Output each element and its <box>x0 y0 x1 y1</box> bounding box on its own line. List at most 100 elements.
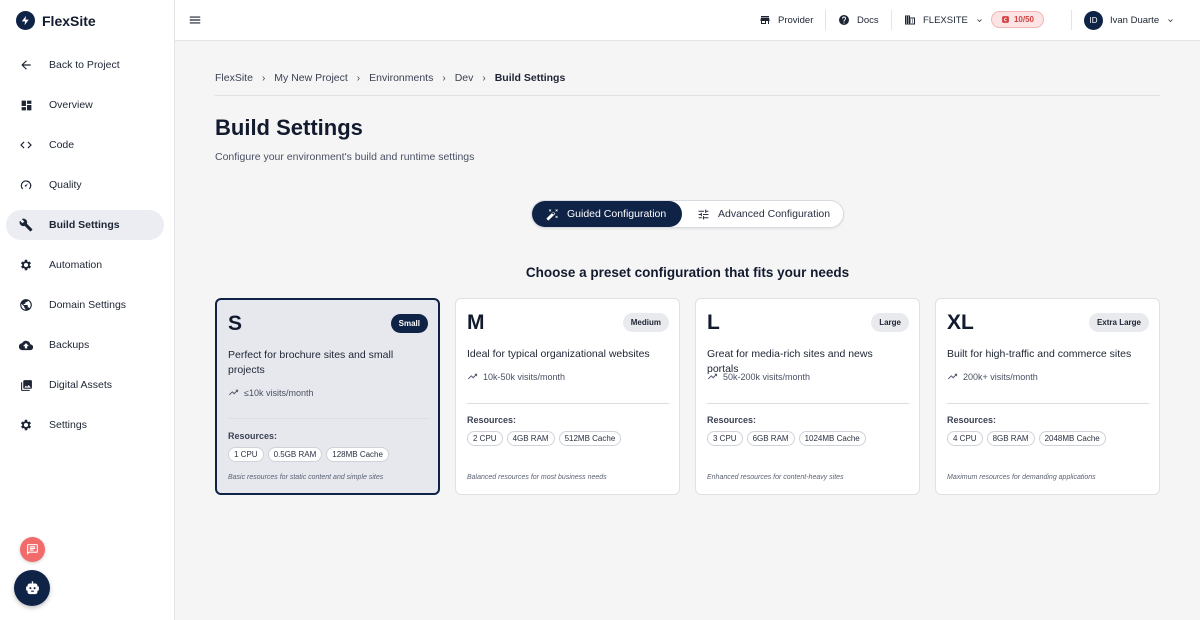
chevron-down-icon <box>977 18 982 22</box>
resource-chip: 3 CPU <box>707 431 743 446</box>
sidebar-item-label: Quality <box>49 179 82 191</box>
sidebar-item-settings[interactable]: Settings <box>6 410 164 440</box>
preset-cards: S Small Perfect for brochure sites and s… <box>215 298 1160 495</box>
sidebar-item-overview[interactable]: Overview <box>6 90 164 120</box>
sliders-icon <box>698 209 709 219</box>
preset-size-letter: L <box>707 311 720 334</box>
sidebar-item-domain-settings[interactable]: Domain Settings <box>6 290 164 320</box>
preset-note: Enhanced resources for content-heavy sit… <box>707 474 844 481</box>
resources-label: Resources: <box>467 415 517 425</box>
breadcrumb-item[interactable]: Dev <box>455 72 474 84</box>
preset-size-badge: Large <box>871 313 909 332</box>
hamburger-menu-button[interactable] <box>188 13 202 27</box>
resource-chip: 6GB RAM <box>746 431 795 446</box>
breadcrumb-item[interactable]: Environments <box>369 72 433 84</box>
menu-icon <box>189 16 201 24</box>
sidebar-item-backups[interactable]: Backups <box>6 330 164 360</box>
trending-up-icon <box>707 373 718 380</box>
preset-card-large[interactable]: L Large Great for media-rich sites and n… <box>695 298 920 495</box>
sidebar-item-label: Back to Project <box>49 59 120 71</box>
breadcrumb-item[interactable]: FlexSite <box>215 72 253 84</box>
magic-wand-icon <box>546 208 558 220</box>
gear-icon <box>19 258 33 272</box>
tab-label: Advanced Configuration <box>718 208 831 220</box>
page-subtitle: Configure your environment's build and r… <box>215 151 475 163</box>
breadcrumb-current: Build Settings <box>494 72 566 84</box>
docs-button[interactable]: Docs <box>838 13 879 27</box>
chevron-right-icon: › <box>356 72 361 84</box>
topbar: Provider Docs FLEXSITE 10/50 ID Ivan Dua… <box>175 0 1200 41</box>
preset-size-letter: S <box>228 312 243 335</box>
org-switcher[interactable]: FLEXSITE <box>904 13 984 27</box>
user-name: Ivan Duarte <box>1110 15 1160 26</box>
configuration-mode-toggle: Guided Configuration Advanced Configurat… <box>531 200 844 228</box>
preset-card-extra-large[interactable]: XL Extra Large Built for high-traffic an… <box>935 298 1160 495</box>
avatar: ID <box>1084 11 1103 30</box>
user-menu[interactable]: ID Ivan Duarte <box>1084 11 1175 30</box>
provider-label: Provider <box>778 14 814 26</box>
page-title: Build Settings <box>215 115 363 140</box>
resources-label: Resources: <box>707 415 757 425</box>
main-content: FlexSite › My New Project › Environments… <box>175 41 1200 620</box>
preset-visits-label: 50k-200k visits/month <box>723 371 811 382</box>
preset-card-small[interactable]: S Small Perfect for brochure sites and s… <box>215 298 440 495</box>
topbar-divider <box>891 10 892 30</box>
preset-visits: 200k+ visits/month <box>947 371 1038 382</box>
preset-note: Maximum resources for demanding applicat… <box>947 474 1096 481</box>
topbar-divider <box>825 10 826 30</box>
sidebar-item-build-settings[interactable]: Build Settings <box>6 210 164 240</box>
sidebar-item-quality[interactable]: Quality <box>6 170 164 200</box>
image-icon <box>19 378 33 392</box>
breadcrumb-divider <box>215 95 1160 96</box>
tab-guided-configuration[interactable]: Guided Configuration <box>532 201 682 227</box>
resource-chip: 2 CPU <box>467 431 503 446</box>
resource-chip: 8GB RAM <box>986 431 1035 446</box>
preset-visits: 10k-50k visits/month <box>467 371 565 382</box>
cloud-upload-icon <box>19 338 33 352</box>
org-name: FLEXSITE <box>923 14 968 26</box>
sidebar-item-label: Backups <box>49 339 90 351</box>
globe-icon <box>19 298 33 312</box>
chat-icon <box>27 544 38 555</box>
help-circle-icon <box>839 15 849 25</box>
preset-size-letter: XL <box>947 311 974 334</box>
sidebar-item-label: Overview <box>49 99 93 111</box>
feedback-chat-button[interactable] <box>20 537 45 562</box>
sidebar-item-code[interactable]: Code <box>6 130 164 160</box>
wrench-icon <box>19 218 33 232</box>
breadcrumb-item[interactable]: My New Project <box>274 72 348 84</box>
tab-label: Guided Configuration <box>567 208 667 220</box>
resource-chip: 4 CPU <box>947 431 983 446</box>
sidebar-item-digital-assets[interactable]: Digital Assets <box>6 370 164 400</box>
resource-chips: 1 CPU 0.5GB RAM 128MB Cache <box>228 447 389 462</box>
resource-chips: 4 CPU 8GB RAM 2048MB Cache <box>947 431 1106 446</box>
robot-icon <box>25 580 39 594</box>
sidebar-item-automation[interactable]: Automation <box>6 250 164 280</box>
brand[interactable]: FlexSite <box>0 0 174 41</box>
sidebar-item-back-to-project[interactable]: Back to Project <box>6 50 164 80</box>
brand-name: FlexSite <box>42 12 96 29</box>
assistant-bot-button[interactable] <box>14 570 50 606</box>
card-divider <box>467 403 669 404</box>
preset-size-badge: Extra Large <box>1088 313 1149 332</box>
arrow-left-icon <box>19 58 33 72</box>
usage-badge[interactable]: 10/50 <box>991 11 1044 28</box>
sidebar-item-label: Settings <box>49 419 87 431</box>
code-icon <box>19 138 33 152</box>
chevron-right-icon: › <box>442 72 446 84</box>
resource-chip: 128MB Cache <box>326 447 389 462</box>
resource-chip: 2048MB Cache <box>1038 431 1106 446</box>
preset-size-letter: M <box>467 311 485 334</box>
preset-visits: 50k-200k visits/month <box>707 371 810 382</box>
sidebar-item-label: Domain Settings <box>49 299 127 311</box>
preset-visits: ≤10k visits/month <box>228 387 313 398</box>
provider-button[interactable]: Provider <box>759 13 813 27</box>
resource-chip: 1 CPU <box>228 447 264 462</box>
breadcrumb: FlexSite › My New Project › Environments… <box>215 72 565 84</box>
sidebar-nav: Back to Project Overview Code Quality Bu… <box>0 50 174 440</box>
preset-description: Built for high-traffic and commerce site… <box>947 348 1132 360</box>
dashboard-icon <box>19 98 33 112</box>
preset-description: Perfect for brochure sites and small pro… <box>228 349 394 376</box>
preset-card-medium[interactable]: M Medium Ideal for typical organizationa… <box>455 298 680 495</box>
tab-advanced-configuration[interactable]: Advanced Configuration <box>697 201 830 227</box>
